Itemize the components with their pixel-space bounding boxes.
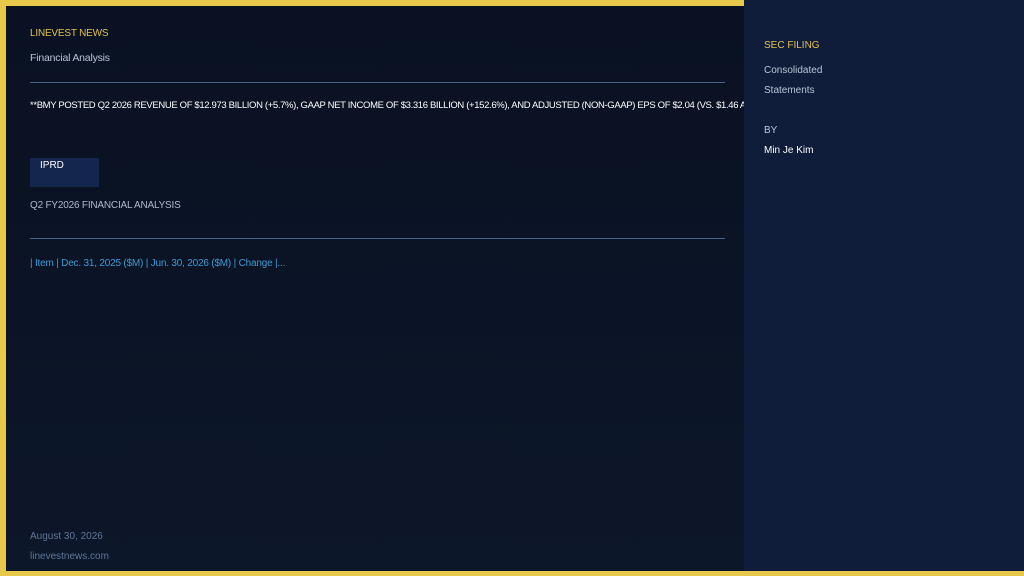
divider xyxy=(30,82,725,83)
article-panel: LINEVEST NEWS Financial Analysis **BMY P… xyxy=(6,6,744,571)
publish-date: August 30, 2026 xyxy=(30,531,103,542)
site-url[interactable]: linevestnews.com xyxy=(30,551,109,562)
brand-name[interactable]: LINEVEST NEWS xyxy=(30,28,109,39)
section-label[interactable]: Financial Analysis xyxy=(30,52,110,64)
headline: **BMY POSTED Q2 2026 REVENUE OF $12.973 … xyxy=(30,100,744,111)
subsection-heading: Q2 FY2026 FINANCIAL ANALYSIS xyxy=(30,200,181,211)
divider xyxy=(30,238,725,239)
tag-badge[interactable]: IPRD xyxy=(30,158,99,187)
sidebar-title: SEC FILING xyxy=(764,40,820,51)
byline-label: BY xyxy=(764,125,778,136)
sidebar-category-line-1[interactable]: Consolidated xyxy=(764,65,822,76)
sidebar-category-line-2[interactable]: Statements xyxy=(764,85,815,96)
sidebar: SEC FILING Consolidated Statements BY Mi… xyxy=(744,0,1024,571)
author-name[interactable]: Min Je Kim xyxy=(764,145,813,156)
bottom-accent-bar xyxy=(0,571,1024,576)
table-header-text: | Item | Dec. 31, 2025 ($M) | Jun. 30, 2… xyxy=(30,258,286,269)
